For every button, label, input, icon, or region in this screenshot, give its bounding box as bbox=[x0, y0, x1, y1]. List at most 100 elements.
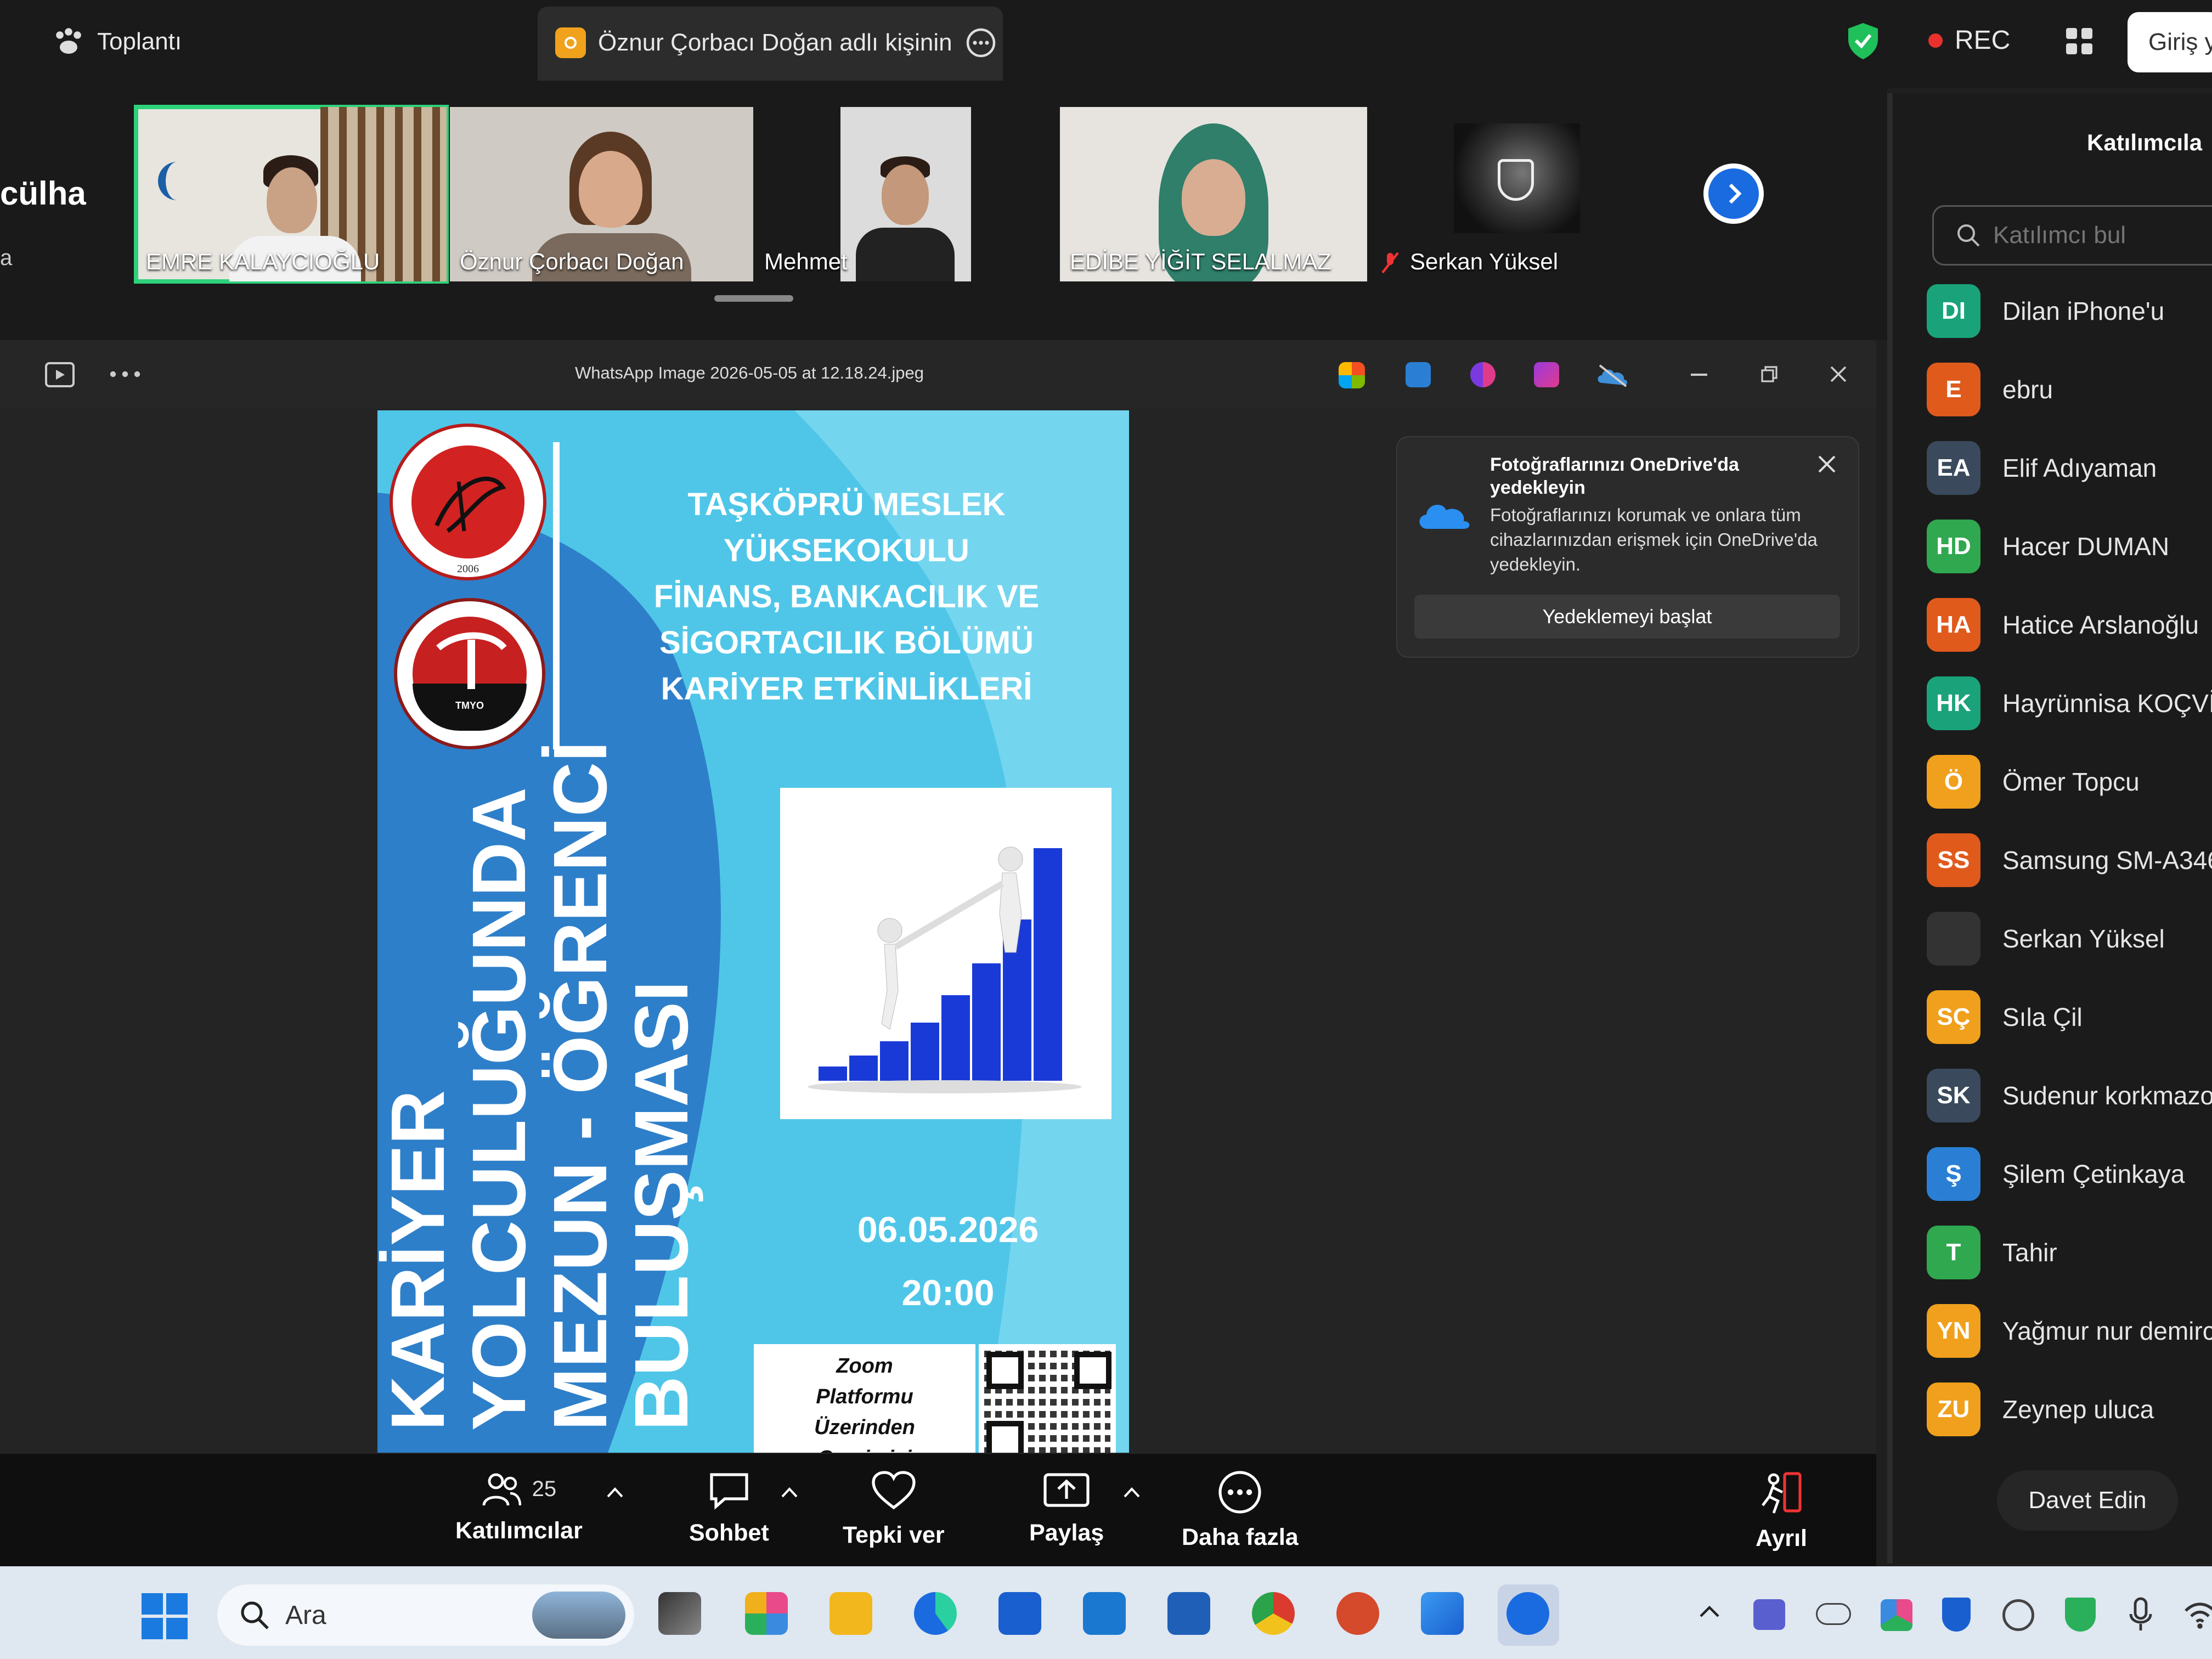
participant-row[interactable]: SS Samsung SM-A346 bbox=[1927, 830, 2212, 890]
chevron-up-icon[interactable] bbox=[780, 1487, 799, 1499]
file-title: WhatsApp Image 2026-05-05 at 12.18.24.jp… bbox=[575, 363, 924, 382]
avatar: ZU bbox=[1927, 1383, 1980, 1436]
chrome-icon[interactable] bbox=[1252, 1592, 1295, 1635]
participant-name: Yağmur nur demirc bbox=[2002, 1317, 2212, 1345]
participant-row[interactable]: HK Hayrünnisa KOÇVİR bbox=[1927, 673, 2212, 733]
partial-speaker-name: cülha bbox=[0, 175, 86, 212]
gallery-resize-handle[interactable] bbox=[714, 295, 793, 302]
event-time: 20:00 bbox=[901, 1272, 995, 1313]
participant-row[interactable]: EA Elif Adıyaman bbox=[1927, 438, 2157, 498]
teams-icon[interactable] bbox=[1753, 1599, 1785, 1630]
powerpoint-icon[interactable] bbox=[1336, 1592, 1379, 1635]
participant-row[interactable]: HD Hacer DUMAN bbox=[1927, 516, 2169, 577]
qr-code bbox=[979, 1344, 1116, 1453]
participant-row[interactable]: SK Sudenur korkmazoğ bbox=[1927, 1065, 2212, 1126]
onedrive-tray-icon[interactable] bbox=[1816, 1603, 1851, 1625]
participant-row[interactable]: DI Dilan iPhone'u bbox=[1927, 281, 2164, 341]
copilot-tray-icon[interactable] bbox=[1881, 1599, 1912, 1631]
participant-row[interactable]: YN Yağmur nur demirc bbox=[1927, 1301, 2212, 1361]
chevron-up-icon[interactable] bbox=[1122, 1487, 1141, 1499]
avatar: SÇ bbox=[1927, 990, 1980, 1044]
participants-button[interactable]: 25 Katılımcılar bbox=[455, 1470, 583, 1544]
react-button[interactable]: Tepki ver bbox=[843, 1470, 945, 1549]
chevron-up-icon[interactable] bbox=[606, 1487, 624, 1499]
participant-search-input[interactable] bbox=[1992, 221, 2212, 250]
participant-row[interactable]: SÇ Sıla Çil bbox=[1927, 987, 2083, 1047]
video-tile[interactable]: Öznur Çorbacı Doğan bbox=[450, 107, 753, 281]
invite-button[interactable]: Davet Edin bbox=[1997, 1470, 2178, 1531]
defender-icon[interactable] bbox=[1421, 1592, 1464, 1635]
share-button[interactable]: Paylaş bbox=[1029, 1470, 1104, 1547]
word-icon[interactable] bbox=[1167, 1592, 1210, 1635]
login-button[interactable]: Giriş y bbox=[2128, 12, 2212, 72]
video-tile[interactable]: Mehmet bbox=[754, 107, 974, 281]
video-tile[interactable]: EDİBE YİĞİT SELALMAZ bbox=[1060, 107, 1367, 281]
participant-row[interactable]: Serkan Yüksel bbox=[1927, 909, 2165, 969]
zoom-icon[interactable] bbox=[1506, 1592, 1549, 1635]
outlook-icon[interactable] bbox=[1083, 1592, 1126, 1635]
clipchamp-icon[interactable] bbox=[1534, 362, 1559, 387]
restore-icon[interactable] bbox=[1760, 365, 1779, 383]
platform-line: Zoom bbox=[836, 1355, 893, 1378]
recording-indicator[interactable]: REC bbox=[1928, 25, 2010, 55]
sync-tray-icon[interactable] bbox=[2002, 1599, 2034, 1631]
designer-icon[interactable] bbox=[1470, 362, 1496, 387]
leave-button[interactable]: Ayrıl bbox=[1756, 1470, 1807, 1552]
platform-line: Çevrimiçi bbox=[754, 1443, 975, 1453]
avatar: HK bbox=[1927, 676, 1980, 730]
search-icon bbox=[1957, 224, 1980, 247]
shield-icon[interactable] bbox=[1846, 22, 1880, 60]
edge-icon[interactable] bbox=[914, 1592, 957, 1635]
start-menu-icon[interactable] bbox=[142, 1593, 188, 1639]
store-icon[interactable] bbox=[998, 1592, 1041, 1635]
next-page-button[interactable] bbox=[1703, 163, 1764, 224]
task-view-icon[interactable] bbox=[658, 1592, 701, 1635]
participant-row[interactable]: Ş Şilem Çetinkaya bbox=[1927, 1144, 2185, 1204]
participants-label: Katılımcılar bbox=[455, 1517, 583, 1544]
wifi-icon[interactable] bbox=[2183, 1598, 2212, 1630]
vertical-title: KARİYER YOLCULUĞUNDA MEZUN - ÖĞRENCİ BUL… bbox=[377, 740, 704, 1453]
participant-row[interactable]: HA Hatice Arslanoğlu bbox=[1927, 595, 2199, 655]
m365-icon[interactable] bbox=[745, 1592, 788, 1635]
leave-label: Ayrıl bbox=[1756, 1525, 1807, 1551]
participant-row[interactable]: Ö Ömer Topcu bbox=[1927, 752, 2140, 812]
vertical-title-line: MEZUN - ÖĞRENCİ bbox=[538, 741, 623, 1431]
taskbar-search-label: Ara bbox=[285, 1600, 326, 1630]
microphone-icon[interactable] bbox=[2129, 1596, 2153, 1633]
vertical-title-line: YOLCULUĞUNDA bbox=[457, 787, 541, 1431]
paw-icon bbox=[56, 28, 81, 54]
rec-dot-icon bbox=[1928, 33, 1943, 48]
meeting-menu[interactable]: Toplantı bbox=[52, 26, 182, 57]
slideshow-icon[interactable] bbox=[44, 361, 76, 388]
vpn-tray-icon[interactable] bbox=[2065, 1598, 2096, 1632]
video-tile[interactable]: EMRE KALAYCIOĞLU bbox=[134, 105, 449, 284]
participant-row[interactable]: Eebru bbox=[1927, 359, 2053, 420]
participant-row[interactable]: T Tahir bbox=[1927, 1222, 2057, 1283]
taskbar-search[interactable]: Ara bbox=[217, 1584, 634, 1646]
participant-name: Şilem Çetinkaya bbox=[2002, 1160, 2185, 1188]
participant-name: Ömer Topcu bbox=[2002, 768, 2140, 796]
apps-icon[interactable] bbox=[2063, 25, 2096, 58]
minimize-icon[interactable] bbox=[1691, 374, 1707, 376]
more-icon[interactable] bbox=[109, 369, 142, 380]
share-label: Paylaş bbox=[1029, 1520, 1104, 1546]
chevron-up-icon[interactable] bbox=[1699, 1604, 1720, 1618]
start-backup-button[interactable]: Yedeklemeyi başlat bbox=[1414, 595, 1840, 639]
close-icon[interactable] bbox=[1829, 365, 1848, 383]
more-options-icon[interactable] bbox=[964, 26, 997, 59]
close-icon[interactable] bbox=[1816, 453, 1838, 475]
edit-image-icon[interactable] bbox=[1406, 362, 1431, 387]
security-tray-icon[interactable] bbox=[1942, 1598, 1971, 1632]
chat-button[interactable]: Sohbet bbox=[689, 1470, 769, 1547]
react-label: Tepki ver bbox=[843, 1522, 945, 1548]
more-button[interactable]: Daha fazla bbox=[1182, 1470, 1299, 1551]
file-explorer-icon[interactable] bbox=[830, 1592, 872, 1635]
crest-icon bbox=[1498, 159, 1534, 201]
copilot-icon[interactable] bbox=[1339, 362, 1365, 388]
participant-row[interactable]: ZU Zeynep uluca bbox=[1927, 1379, 2154, 1440]
video-tile[interactable]: Serkan Yüksel bbox=[1372, 107, 1580, 281]
participant-search[interactable] bbox=[1932, 205, 2212, 266]
onedrive-off-icon[interactable] bbox=[1595, 362, 1630, 387]
avatar: SS bbox=[1927, 833, 1980, 887]
chat-label: Sohbet bbox=[689, 1520, 769, 1546]
